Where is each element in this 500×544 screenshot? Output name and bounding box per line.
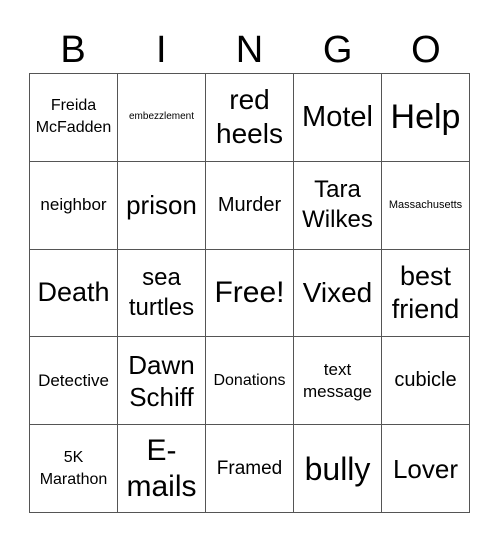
bingo-cell[interactable]: Lover [382, 425, 470, 513]
cell-text: red heels [216, 84, 283, 150]
cell-text: Detective [38, 370, 109, 390]
bingo-grid: Freida McFadden embezzlement red heels M… [29, 73, 470, 513]
cell-text: 5K Marathon [39, 448, 108, 488]
cell-text: cubicle [394, 369, 457, 392]
header-letter-o: O [411, 29, 441, 71]
cell-text: E-mails [126, 433, 197, 503]
cell-text: Murder [217, 193, 282, 216]
cell-text: Dawn Schiff [128, 349, 195, 412]
header-letter-g: G [322, 29, 353, 71]
bingo-cell[interactable]: prison [118, 161, 206, 250]
header-letter-b: B [60, 29, 86, 71]
bingo-cell[interactable]: 5K Marathon [30, 425, 118, 513]
cell-text: Vixed [302, 276, 373, 308]
cell-text: text message [303, 359, 372, 401]
bingo-cell[interactable]: Framed [206, 425, 294, 513]
cell-text: Donations [213, 371, 286, 389]
free-space-cell[interactable]: Free! [206, 249, 294, 338]
header-letter-n: N [235, 29, 264, 71]
cell-text: best friend [391, 260, 460, 324]
cell-text: Massachusetts [388, 198, 463, 211]
bingo-cell[interactable]: best friend [382, 249, 470, 338]
cell-text: Tara Wilkes [302, 176, 373, 234]
bingo-cell[interactable]: Dawn Schiff [118, 337, 206, 426]
bingo-cell[interactable]: Tara Wilkes [294, 161, 382, 250]
bingo-cell[interactable]: text message [294, 337, 382, 426]
cell-text: prison [126, 190, 197, 221]
cell-text: sea turtles [128, 263, 195, 321]
cell-text: embezzlement [128, 111, 195, 123]
header-letter-i: I [156, 29, 167, 71]
cell-text: bully [304, 450, 371, 487]
bingo-cell[interactable]: Death [30, 249, 118, 338]
bingo-cell[interactable]: Freida McFadden [30, 74, 118, 162]
bingo-cell[interactable]: E-mails [118, 425, 206, 513]
bingo-cell[interactable]: sea turtles [118, 249, 206, 338]
bingo-cell[interactable]: Murder [206, 161, 294, 250]
cell-text: Free! [214, 275, 285, 309]
bingo-cell[interactable]: Detective [30, 337, 118, 426]
bingo-cell[interactable]: embezzlement [118, 74, 206, 162]
bingo-cell[interactable]: Motel [294, 74, 382, 162]
bingo-header: B I N G O [29, 28, 470, 72]
bingo-cell[interactable]: Massachusetts [382, 161, 470, 250]
cell-text: Motel [302, 101, 373, 134]
cell-text: Framed [216, 458, 283, 480]
bingo-cell[interactable]: neighbor [30, 161, 118, 250]
cell-text: Help [390, 98, 461, 137]
cell-text: Lover [392, 453, 459, 484]
cell-text: neighbor [40, 195, 107, 215]
bingo-cell[interactable]: cubicle [382, 337, 470, 426]
cell-text: Freida McFadden [35, 97, 112, 137]
cell-text: Death [37, 277, 110, 308]
bingo-cell[interactable]: Help [382, 74, 470, 162]
bingo-cell[interactable]: Donations [206, 337, 294, 426]
bingo-cell[interactable]: Vixed [294, 249, 382, 338]
bingo-cell[interactable]: bully [294, 425, 382, 513]
bingo-cell[interactable]: red heels [206, 74, 294, 162]
